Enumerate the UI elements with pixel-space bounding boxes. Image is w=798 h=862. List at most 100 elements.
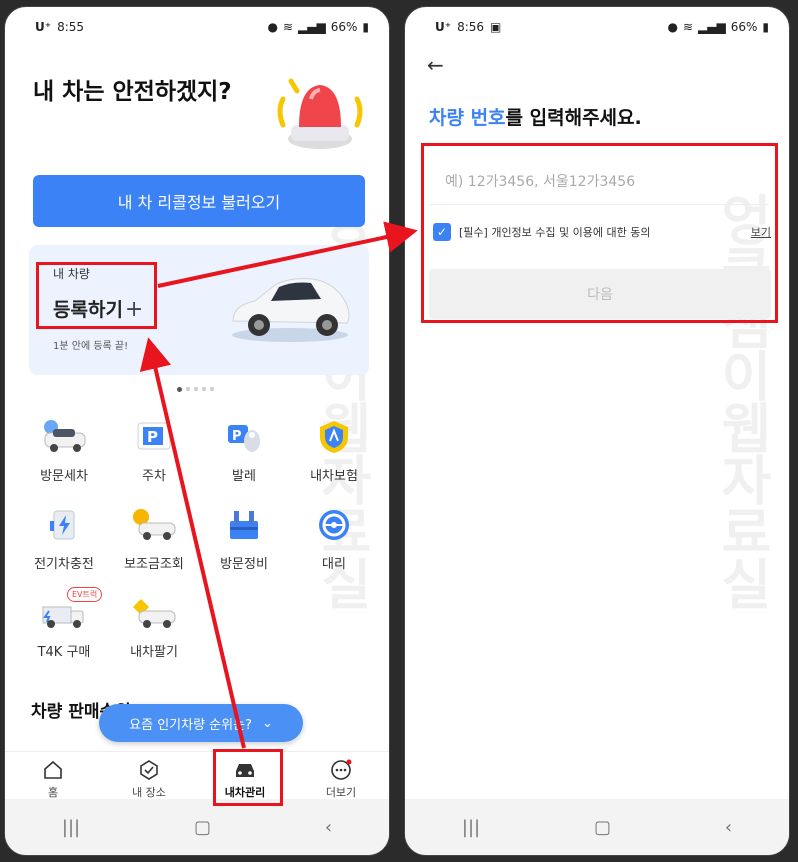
wifi-icon: ≋ xyxy=(682,20,694,34)
register-label: 등록하기 xyxy=(53,299,123,321)
car-wash-icon xyxy=(38,417,90,457)
tab-home[interactable]: 홈 xyxy=(18,759,88,800)
check-icon: ✓ xyxy=(436,225,448,239)
service-maintenance[interactable]: 방문정비 xyxy=(199,505,289,579)
carousel-dot[interactable] xyxy=(210,387,214,391)
carousel-dots[interactable] xyxy=(177,387,214,392)
battery-icon: ▮ xyxy=(362,20,369,34)
svg-text:P: P xyxy=(232,429,242,444)
register-car-button[interactable]: 등록하기+ xyxy=(53,295,143,322)
maintenance-icon xyxy=(218,505,270,545)
service-label: 방문정비 xyxy=(220,557,268,572)
pill-label: 요즘 인기차량 순위는? xyxy=(129,717,252,733)
status-bar: U⁺ 8:55 ● ≋ ▂▄▆ 66% ▮ xyxy=(5,7,389,47)
plate-number-input[interactable] xyxy=(429,159,769,205)
battery-level: 66% xyxy=(330,20,358,34)
back-icon[interactable]: ‹ xyxy=(325,817,332,838)
service-insurance[interactable]: 내차보험 xyxy=(289,417,379,491)
popular-ranking-button[interactable]: 요즘 인기차량 순위는? ⌄ xyxy=(99,704,303,742)
more-dots-icon xyxy=(331,759,352,780)
sell-car-icon xyxy=(128,593,180,633)
service-ev-charging[interactable]: 전기차충전 xyxy=(19,505,109,579)
system-nav-bar: ||| ▢ ‹ xyxy=(5,799,389,855)
service-subsidy[interactable]: 보조금조회 xyxy=(109,505,199,579)
hero-title: 내 차는 안전하겠지? xyxy=(33,79,232,105)
title-rest: 를 입력해주세요. xyxy=(505,107,642,129)
service-label: 발레 xyxy=(232,469,256,484)
carousel-dot[interactable] xyxy=(194,387,198,391)
car-icon xyxy=(236,764,254,777)
parking-icon: P xyxy=(128,417,180,457)
carrier-label: U⁺ xyxy=(435,20,452,34)
card-subtitle: 1분 안에 등록 끝! xyxy=(53,341,129,352)
location-icon: ● xyxy=(267,20,278,34)
service-label: 주차 xyxy=(142,469,166,484)
carousel-dot[interactable] xyxy=(177,387,182,392)
recall-info-button[interactable]: 내 차 리콜정보 불러오기 xyxy=(33,175,365,227)
watermark: 엉클샘이웹자료실 xyxy=(710,192,773,608)
status-time: 8:56 xyxy=(457,20,485,34)
ev-truck-badge: EV트럭 xyxy=(67,587,103,602)
back-arrow-icon[interactable]: ← xyxy=(427,53,444,77)
recent-apps-icon[interactable]: ||| xyxy=(462,817,480,838)
back-icon[interactable]: ‹ xyxy=(725,817,732,838)
consent-view-link[interactable]: 보기 xyxy=(751,224,771,240)
gallery-icon: ▣ xyxy=(490,20,502,34)
status-bar: U⁺ 8:56 ▣ ● ≋ ▂▄▆ 66% ▮ xyxy=(405,7,789,47)
title-highlight: 차량 번호 xyxy=(429,107,506,129)
carousel-dot[interactable] xyxy=(186,387,190,391)
service-label: T4K 구매 xyxy=(37,645,91,660)
service-label: 내차보험 xyxy=(310,469,358,484)
steering-wheel-icon xyxy=(308,505,360,545)
tab-label: 더보기 xyxy=(325,786,357,799)
home-button-icon[interactable]: ▢ xyxy=(194,817,211,838)
insurance-shield-icon xyxy=(308,417,360,457)
car-illustration-icon xyxy=(232,278,350,342)
plus-icon: + xyxy=(124,297,144,322)
service-grid: 방문세차 P 주차 P 발레 내차보험 전기차충전 보조금조회 방문정비 대리 xyxy=(19,417,379,667)
signal-icon: ▂▄▆ xyxy=(698,20,726,34)
service-car-wash[interactable]: 방문세차 xyxy=(19,417,109,491)
next-button[interactable]: 다음 xyxy=(429,269,771,319)
service-label: 보조금조회 xyxy=(124,557,184,572)
chevron-down-icon: ⌄ xyxy=(261,715,273,731)
consent-checkbox[interactable]: ✓ xyxy=(433,223,451,241)
signal-icon: ▂▄▆ xyxy=(298,20,326,34)
tab-label: 홈 xyxy=(47,786,59,799)
location-icon: ● xyxy=(667,20,678,34)
place-check-icon xyxy=(140,760,158,780)
tab-label: 내 장소 xyxy=(132,786,166,799)
service-valet[interactable]: P 발레 xyxy=(199,417,289,491)
recent-apps-icon[interactable]: ||| xyxy=(62,817,80,838)
home-icon xyxy=(44,760,62,779)
service-label: 내차팔기 xyxy=(130,645,178,660)
carousel-dot[interactable] xyxy=(202,387,206,391)
service-designated-driver[interactable]: 대리 xyxy=(289,505,379,579)
service-sell-car[interactable]: 내차팔기 xyxy=(109,593,199,667)
service-label: 대리 xyxy=(322,557,346,572)
card-label: 내 차량 xyxy=(53,267,90,281)
valet-icon: P xyxy=(218,417,270,457)
tab-more[interactable]: 더보기 xyxy=(306,759,376,800)
home-button-icon[interactable]: ▢ xyxy=(594,817,611,838)
battery-level: 66% xyxy=(730,20,758,34)
page-title: 차량 번호를 입력해주세요. xyxy=(429,103,642,130)
status-time: 8:55 xyxy=(57,20,85,34)
ev-charger-icon xyxy=(38,505,90,545)
subsidy-car-icon xyxy=(128,505,180,545)
wifi-icon: ≋ xyxy=(282,20,294,34)
service-t4k-purchase[interactable]: EV트럭 T4K 구매 xyxy=(19,587,109,667)
tab-my-places[interactable]: 내 장소 xyxy=(114,759,184,800)
service-parking[interactable]: P 주차 xyxy=(109,417,199,491)
siren-icon xyxy=(277,78,363,149)
tab-label: 내차관리 xyxy=(224,786,266,799)
system-nav-bar: ||| ▢ ‹ xyxy=(405,799,789,855)
right-phone-screen: U⁺ 8:56 ▣ ● ≋ ▂▄▆ 66% ▮ 엉클샘이웹자료실 ← 차량 번호… xyxy=(404,6,790,856)
battery-icon: ▮ xyxy=(762,20,769,34)
service-label: 전기차충전 xyxy=(34,557,94,572)
consent-row: ✓ [필수] 개인정보 수집 및 이용에 대한 동의 보기 xyxy=(433,223,771,241)
consent-label: [필수] 개인정보 수집 및 이용에 대한 동의 xyxy=(459,226,651,239)
my-car-card[interactable]: 내 차량 등록하기+ 1분 안에 등록 끝! xyxy=(29,245,369,375)
tab-car-management[interactable]: 내차관리 xyxy=(210,759,280,800)
left-phone-screen: U⁺ 8:55 ● ≋ ▂▄▆ 66% ▮ 엉클샘이웹자료실 내 차는 안전하겠… xyxy=(4,6,390,856)
